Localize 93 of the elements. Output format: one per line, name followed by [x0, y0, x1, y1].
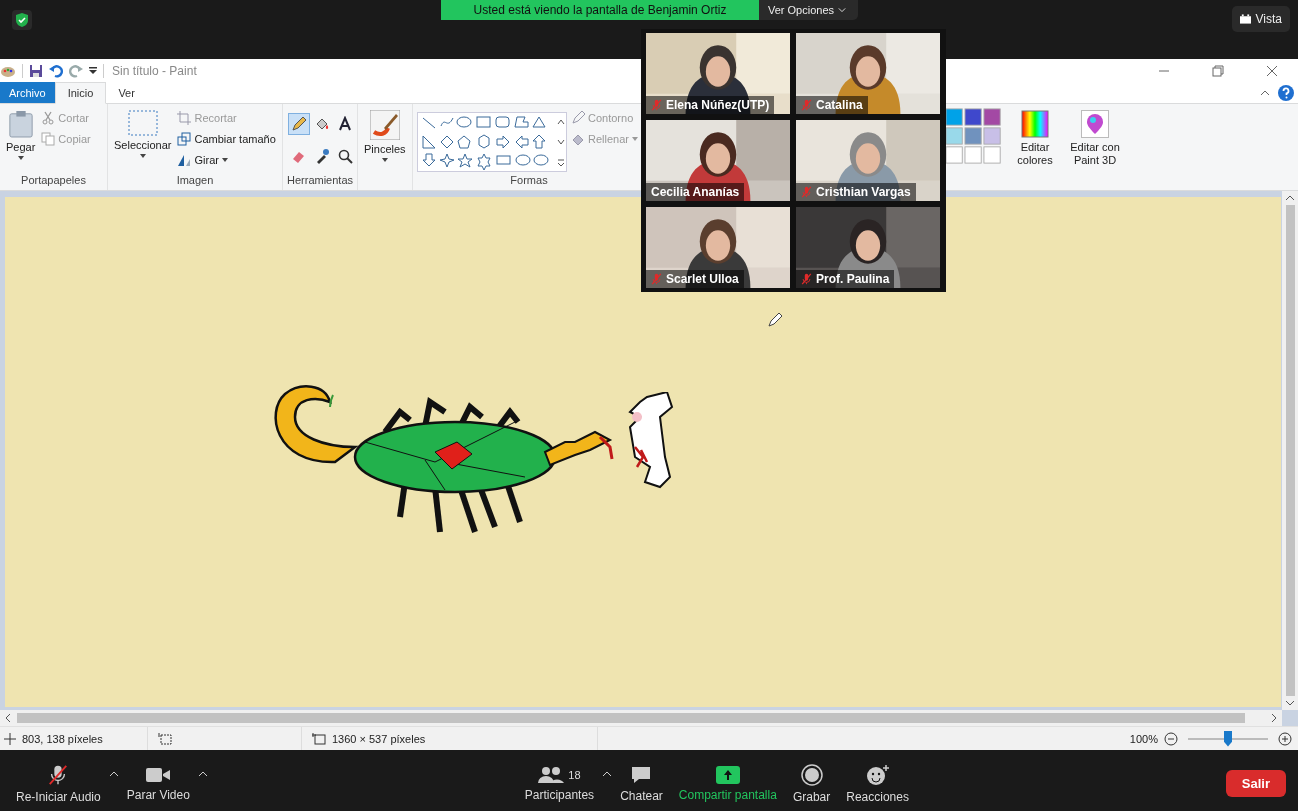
zoom-in-icon[interactable] [1278, 731, 1292, 746]
chat-button[interactable]: Chatear [612, 760, 671, 807]
caret-icon [381, 158, 388, 162]
participant-name: Cristhian Vargas [816, 185, 911, 199]
select-button[interactable]: Seleccionar [112, 108, 174, 160]
share-banner: Usted está viendo la pantalla de Benjamin Ortiz [441, 0, 759, 20]
muted-microphone-icon [801, 186, 812, 198]
smiley-icon [865, 763, 890, 786]
audio-button[interactable]: Re-Iniciar Audio [8, 759, 109, 808]
cursor-position-icon [4, 732, 16, 745]
muted-microphone-icon [801, 99, 812, 111]
share-screen-button[interactable]: Compartir pantalla [670, 761, 785, 806]
canvas-size-icon [312, 732, 326, 745]
paste-button[interactable]: Pegar [4, 108, 38, 162]
shield-icon[interactable] [12, 10, 32, 30]
zoom-out-icon[interactable] [1164, 731, 1178, 746]
zoom-percent: 100% [1129, 732, 1158, 745]
participant-name: Scarlet Ulloa [666, 272, 739, 286]
ribbon-tab[interactable]: Inicio [54, 82, 107, 104]
muted-microphone-icon [801, 273, 812, 285]
save-icon[interactable] [29, 63, 43, 78]
drawing-canvas[interactable] [5, 197, 1281, 707]
speech-bubble-icon [630, 764, 653, 785]
paint-3d-button[interactable]: Editar con Paint 3D [1067, 108, 1123, 169]
caret-icon[interactable] [602, 770, 613, 777]
color-palette-drawing[interactable] [945, 108, 1003, 164]
participant-name: Prof. Paulina [816, 272, 890, 286]
selection-size-icon [158, 732, 172, 745]
pen-icon [571, 110, 585, 125]
file-tab[interactable]: Archivo [0, 82, 55, 103]
bucket-icon [314, 116, 330, 132]
pencil-button[interactable] [288, 113, 310, 135]
participant-name: Elena Núñez(UTP) [666, 98, 770, 112]
group-label: Portapapeles [20, 173, 87, 188]
clipboard-icon [7, 110, 34, 138]
canvas-size: 1360 × 537 píxeles [332, 732, 426, 745]
pencil-icon [291, 116, 307, 132]
record-button[interactable]: Grabar [784, 759, 839, 808]
reactions-button[interactable]: Reacciones [838, 759, 917, 808]
brush-icon [369, 110, 400, 140]
participant-name: Cecilia Ananías [651, 185, 740, 199]
chevron-down-icon [838, 7, 847, 13]
caret-icon[interactable] [197, 770, 208, 777]
pencil-cursor-icon [767, 312, 783, 328]
cursor-position: 803, 138 píxeles [22, 732, 103, 745]
close-icon[interactable] [1266, 64, 1278, 77]
horizontal-scrollbar[interactable] [0, 710, 1282, 726]
view-button[interactable]: Vista [1231, 6, 1290, 32]
letter-icon [337, 116, 353, 132]
resize-button[interactable]: Cambiar tamaño [177, 129, 276, 148]
group-label: Herramientas [287, 173, 353, 188]
people-icon [538, 765, 565, 784]
scissors-icon [41, 110, 56, 125]
balloon-icon [1081, 110, 1109, 138]
crop-icon [177, 110, 192, 125]
restore-icon[interactable] [1212, 64, 1224, 77]
edit-colors-button[interactable]: Editar colores [1007, 108, 1063, 169]
camera-icon [145, 765, 172, 784]
caret-icon [17, 156, 24, 160]
ribbon-tab[interactable]: Ver [106, 82, 147, 103]
scroll-down-icon[interactable] [1285, 700, 1295, 706]
selection-icon [127, 110, 158, 136]
resize-icon [177, 131, 192, 146]
vertical-scrollbar[interactable] [1282, 191, 1298, 710]
rainbow-icon [1021, 110, 1049, 138]
muted-microphone-icon [651, 99, 662, 111]
caret-icon[interactable] [108, 770, 119, 777]
scroll-up-icon[interactable] [1285, 195, 1295, 201]
participant-name: Catalina [816, 98, 863, 112]
scroll-left-icon[interactable] [5, 713, 11, 723]
undo-icon[interactable] [49, 63, 63, 78]
caret-icon [631, 136, 638, 141]
help-icon[interactable] [1278, 84, 1294, 101]
leave-button[interactable]: Salir [1225, 770, 1286, 797]
group-label: Imagen [175, 173, 215, 188]
copy-icon [41, 131, 56, 146]
view-options-button[interactable]: Ver Opciones [759, 0, 859, 20]
participants-button[interactable]: 18 Participantes [516, 761, 603, 806]
rotate-button[interactable]: Girar [177, 150, 276, 169]
group-label: Formas [509, 173, 549, 188]
scroll-right-icon[interactable] [1271, 713, 1277, 723]
dropdown-icon[interactable] [89, 66, 97, 75]
window-title: Sin título - Paint [112, 63, 197, 78]
brushes-button[interactable]: Pinceles [362, 108, 408, 164]
muted-microphone-icon [651, 273, 662, 285]
magnifier-icon [337, 147, 353, 164]
caret-icon [221, 157, 228, 162]
grid-icon [1239, 14, 1251, 24]
collapse-icon[interactable] [1260, 89, 1270, 96]
shapes-gallery-drawing[interactable] [417, 112, 567, 172]
caret-icon [139, 154, 146, 158]
record-icon [800, 763, 823, 786]
video-button[interactable]: Parar Video [118, 761, 198, 806]
